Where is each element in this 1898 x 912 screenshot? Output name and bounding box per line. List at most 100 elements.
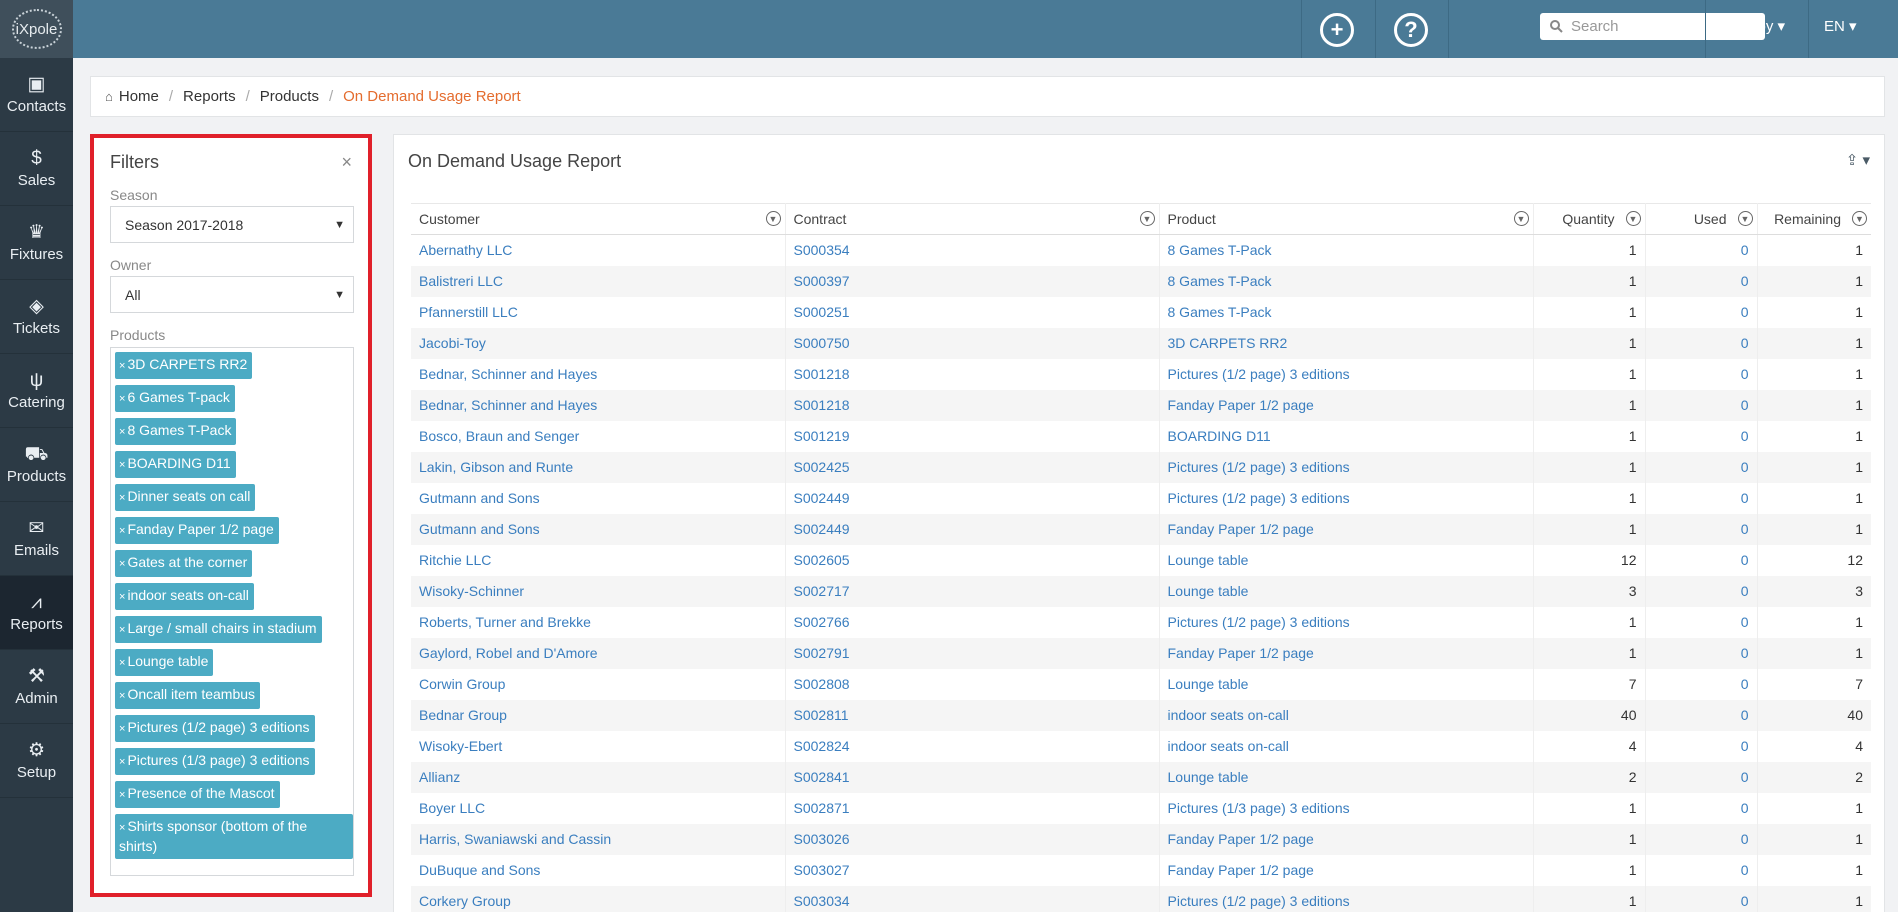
product-tag[interactable]: × Pictures (1/2 page) 3 editions bbox=[115, 715, 315, 742]
remove-tag-icon[interactable]: × bbox=[119, 789, 125, 801]
cell-link[interactable]: 0 bbox=[1741, 893, 1749, 909]
sidebar-item-fixtures[interactable]: ♛ Fixtures bbox=[0, 206, 73, 280]
cell-link[interactable]: S002425 bbox=[794, 459, 850, 475]
add-icon[interactable]: + bbox=[1320, 13, 1354, 47]
cell-link[interactable]: S001218 bbox=[794, 366, 850, 382]
product-tag[interactable]: × Gates at the corner bbox=[115, 550, 253, 577]
product-tag[interactable]: × 6 Games T-pack bbox=[115, 385, 235, 412]
column-header-used[interactable]: Used ▼ bbox=[1645, 203, 1758, 235]
cell-link[interactable]: 0 bbox=[1741, 490, 1749, 506]
cell-link[interactable]: Allianz bbox=[419, 769, 460, 785]
cell-link[interactable]: S003026 bbox=[794, 831, 850, 847]
sidebar-item-emails[interactable]: ✉ Emails bbox=[0, 502, 73, 576]
column-filter-icon[interactable]: ▼ bbox=[1852, 211, 1867, 226]
search-input[interactable] bbox=[1571, 18, 1751, 35]
cell-link[interactable]: S001218 bbox=[794, 397, 850, 413]
product-tag[interactable]: × Large / small chairs in stadium bbox=[115, 616, 322, 643]
cell-link[interactable]: Pictures (1/2 page) 3 editions bbox=[1168, 893, 1350, 909]
cell-link[interactable]: S000354 bbox=[794, 242, 850, 258]
cell-link[interactable]: Boyer LLC bbox=[419, 800, 485, 816]
language-menu[interactable]: EN ▾ bbox=[1824, 17, 1857, 35]
remove-tag-icon[interactable]: × bbox=[119, 690, 125, 702]
cell-link[interactable]: 8 Games T-Pack bbox=[1168, 242, 1272, 258]
column-filter-icon[interactable]: ▼ bbox=[1139, 211, 1155, 226]
product-tag[interactable]: × BOARDING D11 bbox=[115, 451, 236, 478]
cell-link[interactable]: S001219 bbox=[794, 428, 850, 444]
column-filter-icon[interactable]: ▼ bbox=[765, 211, 781, 226]
cell-link[interactable]: S002811 bbox=[794, 707, 849, 723]
cell-link[interactable]: Wisoky-Schinner bbox=[419, 583, 524, 599]
cell-link[interactable]: 3D CARPETS RR2 bbox=[1168, 335, 1288, 351]
cell-link[interactable]: Ritchie LLC bbox=[419, 552, 491, 568]
user-menu[interactable]: Robby ▾ bbox=[1730, 17, 1785, 35]
cell-link[interactable]: S002841 bbox=[794, 769, 850, 785]
owner-select[interactable]: All ▼ bbox=[110, 276, 354, 313]
cell-link[interactable]: Pictures (1/2 page) 3 editions bbox=[1168, 614, 1350, 630]
cell-link[interactable]: 0 bbox=[1741, 304, 1749, 320]
product-tag[interactable]: × Shirts sponsor (bottom of the shirts) bbox=[115, 814, 353, 859]
cell-link[interactable]: Pictures (1/2 page) 3 editions bbox=[1168, 490, 1350, 506]
cell-link[interactable]: 0 bbox=[1741, 397, 1749, 413]
cell-link[interactable]: DuBuque and Sons bbox=[419, 862, 540, 878]
cell-link[interactable]: Lounge table bbox=[1168, 552, 1249, 568]
product-tag[interactable]: × Dinner seats on call bbox=[115, 484, 256, 511]
product-tag[interactable]: × Oncall item teambus bbox=[115, 682, 261, 709]
cell-link[interactable]: S002824 bbox=[794, 738, 850, 754]
cell-link[interactable]: Lounge table bbox=[1168, 769, 1249, 785]
product-tag[interactable]: × Lounge table bbox=[115, 649, 214, 676]
cell-link[interactable]: 0 bbox=[1741, 273, 1749, 289]
cell-link[interactable]: S000750 bbox=[794, 335, 850, 351]
remove-tag-icon[interactable]: × bbox=[119, 360, 125, 372]
cell-link[interactable]: S002871 bbox=[794, 800, 850, 816]
column-header-remaining[interactable]: Remaining ▼ bbox=[1757, 203, 1871, 235]
season-select[interactable]: Season 2017-2018 ▼ bbox=[110, 206, 354, 243]
cell-link[interactable]: BOARDING D11 bbox=[1168, 428, 1271, 444]
cell-link[interactable]: Fanday Paper 1/2 page bbox=[1168, 862, 1314, 878]
product-tag[interactable]: × indoor seats on-call bbox=[115, 583, 254, 610]
cell-link[interactable]: Abernathy LLC bbox=[419, 242, 512, 258]
column-filter-icon[interactable]: ▼ bbox=[1737, 211, 1753, 226]
cell-link[interactable]: S002791 bbox=[794, 645, 850, 661]
remove-tag-icon[interactable]: × bbox=[119, 756, 125, 768]
cell-link[interactable]: 0 bbox=[1741, 552, 1749, 568]
cell-link[interactable]: 0 bbox=[1741, 645, 1749, 661]
sidebar-item-reports[interactable]: ⩘ Reports bbox=[0, 576, 73, 650]
cell-link[interactable]: S000251 bbox=[794, 304, 850, 320]
cell-link[interactable]: indoor seats on-call bbox=[1168, 707, 1289, 723]
close-icon[interactable]: × bbox=[341, 152, 352, 173]
cell-link[interactable]: 0 bbox=[1741, 583, 1749, 599]
remove-tag-icon[interactable]: × bbox=[119, 492, 125, 504]
sidebar-item-products[interactable]: ⛟ Products bbox=[0, 428, 73, 502]
cell-link[interactable]: 0 bbox=[1741, 428, 1749, 444]
sidebar-item-sales[interactable]: $ Sales bbox=[0, 132, 73, 206]
cell-link[interactable]: Bednar, Schinner and Hayes bbox=[419, 366, 597, 382]
column-header-quantity[interactable]: Quantity ▼ bbox=[1533, 203, 1646, 235]
product-tag[interactable]: × 8 Games T-Pack bbox=[115, 418, 237, 445]
cell-link[interactable]: 0 bbox=[1741, 521, 1749, 537]
column-header-product[interactable]: Product ▼ bbox=[1159, 203, 1534, 235]
remove-tag-icon[interactable]: × bbox=[119, 525, 125, 537]
cell-link[interactable]: Bosco, Braun and Senger bbox=[419, 428, 579, 444]
breadcrumb-products[interactable]: Products bbox=[260, 88, 319, 105]
cell-link[interactable]: Bednar, Schinner and Hayes bbox=[419, 397, 597, 413]
cell-link[interactable]: Pictures (1/2 page) 3 editions bbox=[1168, 459, 1350, 475]
product-tag[interactable]: × Fanday Paper 1/2 page bbox=[115, 517, 279, 544]
cell-link[interactable]: 0 bbox=[1741, 335, 1749, 351]
remove-tag-icon[interactable]: × bbox=[119, 723, 125, 735]
cell-link[interactable]: Gutmann and Sons bbox=[419, 521, 540, 537]
cell-link[interactable]: Balistreri LLC bbox=[419, 273, 503, 289]
sidebar-item-catering[interactable]: ψ Catering bbox=[0, 354, 73, 428]
cell-link[interactable]: Pfannerstill LLC bbox=[419, 304, 518, 320]
help-icon[interactable]: ? bbox=[1394, 13, 1428, 47]
cell-link[interactable]: 0 bbox=[1741, 676, 1749, 692]
cell-link[interactable]: 8 Games T-Pack bbox=[1168, 304, 1272, 320]
cell-link[interactable]: S003027 bbox=[794, 862, 850, 878]
cell-link[interactable]: Fanday Paper 1/2 page bbox=[1168, 521, 1314, 537]
cell-link[interactable]: Harris, Swaniawski and Cassin bbox=[419, 831, 611, 847]
cell-link[interactable]: Fanday Paper 1/2 page bbox=[1168, 397, 1314, 413]
cell-link[interactable]: S003034 bbox=[794, 893, 850, 909]
sidebar-item-setup[interactable]: ⚙ Setup bbox=[0, 724, 73, 798]
cell-link[interactable]: Pictures (1/2 page) 3 editions bbox=[1168, 366, 1350, 382]
breadcrumb-reports[interactable]: Reports bbox=[183, 88, 236, 105]
cell-link[interactable]: S002449 bbox=[794, 490, 850, 506]
